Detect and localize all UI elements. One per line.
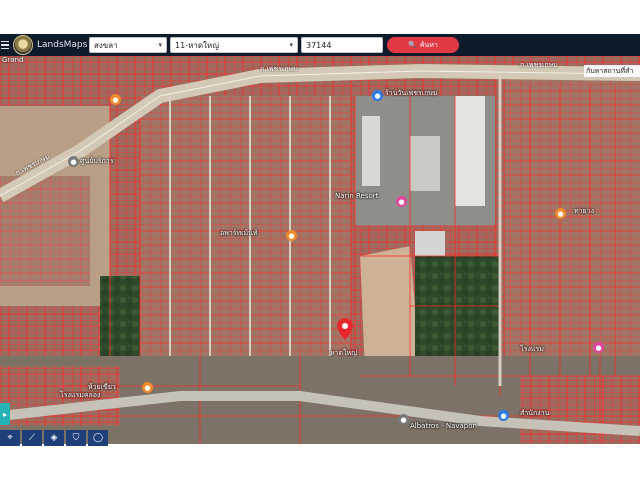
poi-marker[interactable]: ●	[396, 196, 407, 207]
location-icon[interactable]: ⌖	[0, 430, 20, 446]
poi-marker[interactable]: ●	[142, 382, 153, 393]
shield-icon[interactable]: ⛉	[66, 430, 86, 446]
road-label: Grand	[2, 56, 24, 64]
map-toolbar: ⌖ ⟋ ◈ ⛉ ◯	[0, 430, 130, 446]
place-label: อพาร์ทเม้นท์	[220, 229, 258, 237]
menu-icon[interactable]	[1, 34, 11, 56]
place-label: Albatros - Navapon	[410, 422, 477, 430]
landsmaps-logo	[13, 35, 33, 55]
province-value: สงขลา	[94, 40, 118, 50]
circle-icon[interactable]: ◯	[88, 430, 108, 446]
province-select[interactable]: สงขลา ▾	[89, 37, 167, 53]
measure-icon[interactable]: ⟋	[22, 430, 42, 446]
place-label: หาดใหญ่	[330, 349, 358, 357]
place-label: ห้วยเขียว	[88, 383, 116, 391]
place-label: ร้านวันเพชรเกษม	[385, 89, 438, 97]
place-label: Narin Resort	[335, 192, 379, 200]
road-label: ถ.เพชรเกษม	[520, 61, 558, 69]
side-panel-tab[interactable]: ▸	[0, 403, 10, 425]
poi-marker[interactable]: ●	[110, 94, 121, 105]
place-label: ศูนย์บริการ	[80, 157, 114, 165]
map-view[interactable]: ถ.เพชรเกษม ถ.เพชรเกษม ถ.เพชรเกษม Grand ก…	[0, 56, 640, 444]
brand-name: LandsMaps	[37, 40, 88, 50]
layers-icon[interactable]: ◈	[44, 430, 64, 446]
place-search-box[interactable]: กับหาสถานที่สำ	[584, 65, 640, 77]
poi-marker[interactable]: ●	[398, 414, 409, 425]
search-button[interactable]: 🔍 ค้นหา	[387, 37, 459, 53]
district-value: 11-หาดใหญ่	[175, 40, 220, 50]
poi-marker[interactable]: ●	[286, 230, 297, 241]
district-select[interactable]: 11-หาดใหญ่ ▾	[170, 37, 298, 53]
search-icon: 🔍	[408, 41, 417, 49]
parcel-number-input[interactable]: 37144	[301, 37, 383, 53]
search-label: ค้นหา	[419, 40, 438, 49]
chevron-down-icon: ▾	[158, 41, 162, 49]
chevron-down-icon: ▾	[289, 41, 293, 49]
poi-marker[interactable]: ●	[372, 90, 383, 101]
place-label: สำนักงาน	[520, 409, 550, 417]
location-pin-icon[interactable]	[337, 318, 353, 340]
poi-marker[interactable]: ●	[555, 208, 566, 219]
poi-marker[interactable]: ●	[68, 156, 79, 167]
top-bar: LandsMaps สงขลา ▾ 11-หาดใหญ่ ▾ 37144 🔍 ค…	[0, 34, 640, 56]
poi-marker[interactable]: ●	[593, 342, 604, 353]
road-label: ถ.เพชรเกษม	[260, 65, 298, 73]
place-label: โรงแรม	[520, 345, 544, 353]
place-label: ท่ายาง	[574, 207, 594, 215]
poi-marker[interactable]: ●	[498, 410, 509, 421]
